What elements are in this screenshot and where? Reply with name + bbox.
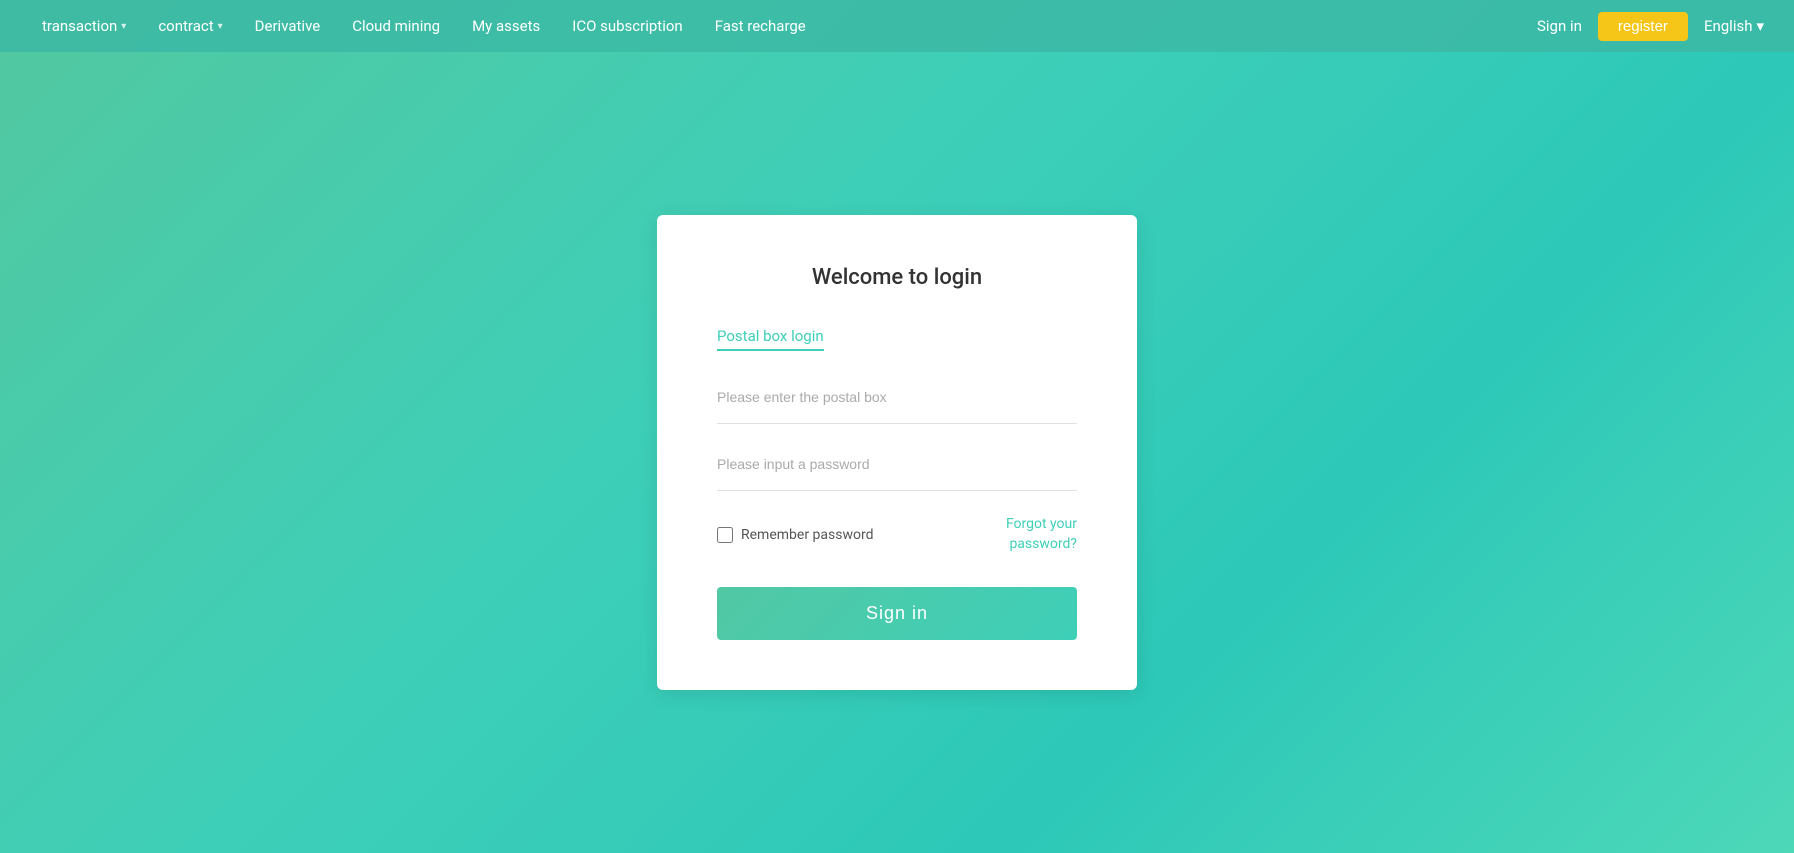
nav-fast-recharge-label: Fast recharge <box>715 17 806 35</box>
nav-derivative-label: Derivative <box>255 17 321 35</box>
email-input-group <box>717 381 1077 424</box>
nav-transaction-label: transaction <box>42 17 117 35</box>
login-card: Welcome to login Postal box login Rememb… <box>657 215 1137 689</box>
nav-my-assets-label: My assets <box>472 17 540 35</box>
nav-language-selector[interactable]: English ▾ <box>1704 17 1764 35</box>
nav-fast-recharge[interactable]: Fast recharge <box>703 11 818 41</box>
navbar: transaction ▾ contract ▾ Derivative Clou… <box>0 0 1794 52</box>
remember-password-label[interactable]: Remember password <box>717 527 873 543</box>
login-title: Welcome to login <box>717 265 1077 290</box>
nav-language-label: English <box>1704 17 1753 35</box>
nav-signin-link[interactable]: Sign in <box>1537 17 1582 35</box>
remember-checkbox[interactable] <box>717 527 733 543</box>
nav-cloud-mining[interactable]: Cloud mining <box>340 11 452 41</box>
forgot-password-link[interactable]: Forgot your password? <box>957 515 1077 554</box>
signin-button[interactable]: Sign in <box>717 587 1077 640</box>
nav-ico[interactable]: ICO subscription <box>560 11 694 41</box>
nav-transaction[interactable]: transaction ▾ <box>30 11 138 41</box>
remember-text: Remember password <box>741 527 873 543</box>
nav-my-assets[interactable]: My assets <box>460 11 552 41</box>
tab-postal-box[interactable]: Postal box login <box>717 327 824 351</box>
nav-derivative[interactable]: Derivative <box>243 11 333 41</box>
contract-arrow-icon: ▾ <box>218 21 223 32</box>
nav-right: Sign in register English ▾ <box>1537 12 1764 41</box>
tab-row: Postal box login <box>717 326 1077 351</box>
nav-contract[interactable]: contract ▾ <box>146 11 234 41</box>
password-input[interactable] <box>717 448 1077 480</box>
nav-ico-label: ICO subscription <box>572 17 682 35</box>
main-content: Welcome to login Postal box login Rememb… <box>0 52 1794 853</box>
email-input[interactable] <box>717 381 1077 413</box>
options-row: Remember password Forgot your password? <box>717 515 1077 554</box>
language-arrow-icon: ▾ <box>1756 17 1764 35</box>
nav-register-button[interactable]: register <box>1598 12 1688 41</box>
nav-contract-label: contract <box>158 17 213 35</box>
nav-cloud-mining-label: Cloud mining <box>352 17 440 35</box>
transaction-arrow-icon: ▾ <box>121 21 126 32</box>
nav-left: transaction ▾ contract ▾ Derivative Clou… <box>30 11 1537 41</box>
password-input-group <box>717 448 1077 491</box>
